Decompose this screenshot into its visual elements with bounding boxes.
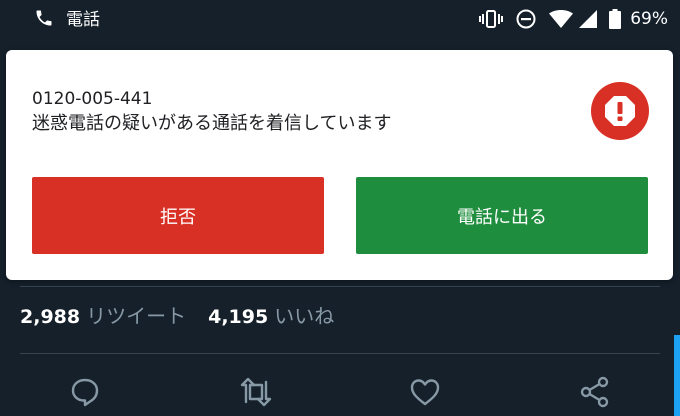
retweet-count[interactable]: 2,988	[20, 306, 80, 328]
divider-bottom	[20, 353, 660, 354]
answer-button[interactable]: 電話に出る	[356, 177, 648, 254]
decline-button-label: 拒否	[160, 206, 196, 228]
answer-button-label: 電話に出る	[457, 206, 547, 228]
status-right: 69%	[466, 8, 668, 30]
reply-icon[interactable]	[67, 374, 103, 410]
tweet-action-bar	[0, 370, 680, 416]
decline-button[interactable]: 拒否	[32, 177, 324, 254]
cell-signal-icon	[579, 10, 598, 28]
like-label[interactable]: いいね	[274, 300, 334, 329]
divider-top	[20, 286, 660, 287]
phone-icon	[34, 8, 54, 32]
vibrate-icon	[479, 9, 504, 29]
status-left: 電話	[34, 8, 100, 32]
battery-icon	[609, 9, 622, 29]
spam-warning-text: 迷惑電話の疑いがある通話を着信しています	[32, 113, 392, 134]
battery-percent: 69%	[630, 9, 668, 29]
scroll-accent	[674, 335, 680, 416]
incoming-call-card: 0120-005-441 迷惑電話の疑いがある通話を着信しています 拒否 電話に…	[6, 50, 673, 280]
share-icon[interactable]	[577, 374, 613, 410]
do-not-disturb-icon	[516, 9, 536, 29]
wifi-icon	[549, 10, 574, 28]
tweet-stats: 2,988 リツイート 4,195 いいね	[20, 300, 356, 329]
like-icon[interactable]	[407, 374, 443, 410]
status-app-label: 電話	[66, 10, 100, 30]
retweet-icon[interactable]	[238, 374, 274, 410]
like-count[interactable]: 4,195	[208, 306, 268, 328]
retweet-label[interactable]: リツイート	[86, 300, 186, 329]
status-bar: 電話 69%	[0, 0, 680, 38]
caller-number: 0120-005-441	[32, 89, 153, 109]
alert-icon	[591, 82, 649, 140]
